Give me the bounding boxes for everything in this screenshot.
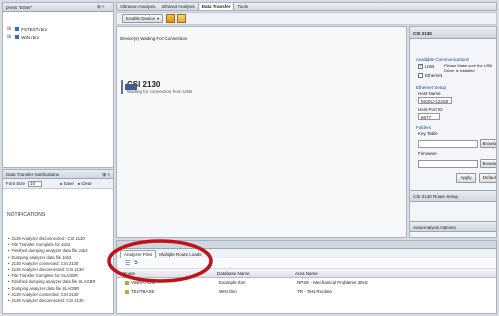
tree-item-fstest[interactable]: ⊞ FSTEST.rbm xyxy=(7,26,47,32)
chevron-down-icon: ▾ xyxy=(157,16,160,21)
ethernet-checkbox-row[interactable]: Ethernet xyxy=(418,73,442,78)
area-name: NPSE - Mechanical Problems 30Hz xyxy=(297,280,369,285)
ethernet-checkbox[interactable] xyxy=(418,73,423,78)
font-size-value: 10 xyxy=(30,180,36,186)
files-table-header: Route Database Name Area Name xyxy=(117,269,496,278)
available-comms-label: Available Communications xyxy=(416,57,469,62)
host-name-field[interactable]: MU0U-12A50 xyxy=(418,97,452,104)
tree-header-label: press "Enter" xyxy=(6,5,33,10)
route-file-icon xyxy=(125,289,129,294)
host-port-field[interactable]: 6677 xyxy=(418,113,440,120)
list-view-icon[interactable]: ☰ xyxy=(125,260,130,267)
clear-link[interactable]: Clear xyxy=(81,181,92,186)
tab-infrared-analysis[interactable]: Infrared Analysis xyxy=(158,4,197,9)
notifications-section-title: NOTIFICATIONS xyxy=(7,212,46,218)
ethernet-label: Ethernet xyxy=(425,73,443,78)
save-icon[interactable]: ■ xyxy=(60,181,62,186)
main-tab-strip: ⊞ × Vibration Analysis Infrared Analysis… xyxy=(97,2,497,11)
notifications-title: Data Transfer Notifications xyxy=(6,172,60,177)
usb-checkbox-row[interactable]: ✓ USB xyxy=(418,63,435,69)
usb-checkbox[interactable]: ✓ xyxy=(418,63,423,69)
autoanalysis-section[interactable]: AutoAnalysis Options xyxy=(410,221,496,232)
firmware-browse-button[interactable]: Browse xyxy=(480,159,496,168)
clear-icon[interactable]: ■ xyxy=(78,181,80,186)
tab-data-transfer[interactable]: Data Transfer xyxy=(197,3,235,10)
apply-button[interactable]: Apply xyxy=(456,173,476,183)
toolbar: Enable Device ▾ xyxy=(116,12,497,25)
refresh-tool-icon[interactable] xyxy=(177,14,187,23)
usb-note: Please Make sure the USB Driver is insta… xyxy=(444,63,493,73)
key-table-field[interactable] xyxy=(418,140,478,148)
notifications-pane: Data Transfer Notifications ⊞ × Font Siz… xyxy=(2,169,114,314)
analyzer-files-pane: Analyzer Files Multiple Route Loads ☰ 5 … xyxy=(116,240,497,314)
enable-device-label: Enable Device xyxy=(126,16,156,21)
database-icon xyxy=(15,27,20,31)
pin-close-icon[interactable]: ⊞ × xyxy=(102,172,110,177)
notifications-list: 2130 Analyzer disconnected : CSI 2130 Fi… xyxy=(8,236,112,304)
usb-label: USB xyxy=(425,64,435,69)
bottom-toolbar: ☰ 5 xyxy=(117,258,496,269)
tab-vibration-analysis[interactable]: Vibration Analysis xyxy=(117,4,158,9)
tree-item-win[interactable]: ⊞ WIN.rbm xyxy=(7,34,39,40)
settings-panel-title: CSI 2130 xyxy=(410,27,496,39)
font-size-select[interactable]: 10 xyxy=(28,180,43,187)
key-table-browse-button[interactable]: Browse xyxy=(480,139,496,148)
host-name-label: Host Name xyxy=(418,91,441,96)
tab-tools[interactable]: Tools xyxy=(234,4,251,9)
firmware-label: Firmware xyxy=(418,151,437,156)
notifications-title-bar: Data Transfer Notifications ⊞ × xyxy=(3,170,113,179)
area-name: TR - Test Routine xyxy=(297,289,332,294)
tab-analyzer-files[interactable]: Analyzer Files xyxy=(120,250,157,258)
ethernet-setup-label: Ethernet Setup xyxy=(416,85,447,90)
defaults-button[interactable]: Defaults xyxy=(479,173,496,183)
database-name: WIN.rbm xyxy=(219,289,237,294)
column-header-route[interactable]: Route xyxy=(117,271,217,276)
tree-item-label: FSTEST.rbm xyxy=(21,26,47,32)
device-area: Device(s) Waiting For Connection CSI 213… xyxy=(116,26,407,238)
route-file-icon xyxy=(125,280,129,285)
folders-label: Folders xyxy=(416,125,432,130)
tree-item-label: WIN.rbm xyxy=(21,34,39,40)
host-port-label: Host Port ID xyxy=(418,107,443,112)
bottom-header-strip xyxy=(117,241,496,249)
device-status-title: Device(s) Waiting For Connection xyxy=(120,36,188,41)
device-card[interactable]: CSI 2130 Waiting for connection from USB xyxy=(121,73,192,101)
font-size-label: Font Size xyxy=(6,181,26,186)
settings-tool-icon[interactable] xyxy=(166,14,176,23)
file-count: 5 xyxy=(134,260,138,266)
route-name: TESTBASE xyxy=(131,289,155,294)
device-settings-panel: CSI 2130 Available Communications ✓ USB … xyxy=(409,26,497,238)
list-item: 2130 Analyzer disconnected: CSI 2130 xyxy=(8,298,112,304)
database-icon xyxy=(15,35,20,39)
expand-plus-icon[interactable]: ⊞ xyxy=(7,34,11,40)
save-link[interactable]: Save xyxy=(63,181,73,186)
firmware-field[interactable] xyxy=(418,160,478,168)
database-name: Example.rbm xyxy=(219,280,246,285)
analyzer-device-icon xyxy=(121,80,137,94)
tab-multiple-route-loads[interactable]: Multiple Route Loads xyxy=(156,251,204,258)
key-table-label: Key Table xyxy=(418,131,438,136)
enable-device-button[interactable]: Enable Device ▾ xyxy=(122,14,164,23)
pin-close-icon[interactable]: ⊞ × xyxy=(97,4,105,10)
column-header-database[interactable]: Database Name xyxy=(217,271,295,276)
notifications-toolbar: Font Size 10 ■ Save ■ Clear xyxy=(3,179,113,189)
column-header-area[interactable]: Area Name xyxy=(295,271,445,276)
route-name: VIBRATION xyxy=(131,280,155,285)
table-row[interactable]: TESTBASE WIN.rbm TR - Test Routine xyxy=(117,287,496,296)
route-setup-section[interactable]: CSI 2130 Route Setup xyxy=(410,190,496,202)
database-tree-pane: press "Enter" ⊞ FSTEST.rbm ⊞ WIN.rbm xyxy=(2,2,114,168)
table-row[interactable]: VIBRATION Example.rbm NPSE - Mechanical … xyxy=(117,278,496,287)
bottom-tab-strip: Analyzer Files Multiple Route Loads xyxy=(117,249,496,258)
expand-plus-icon[interactable]: ⊞ xyxy=(7,26,11,32)
